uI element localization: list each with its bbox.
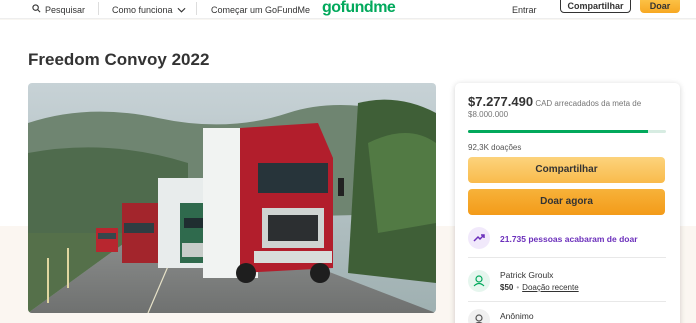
amount-raised: $7.277.490 CAD arrecadados da meta de $8… <box>468 94 668 120</box>
donate-now-button[interactable]: Doar agora <box>468 189 665 215</box>
donor-name: Patrick Groulx <box>500 270 554 280</box>
how-it-works-label: Como funciona <box>112 4 173 15</box>
campaign-title: Freedom Convoy 2022 <box>28 50 210 69</box>
chevron-down-icon <box>177 5 186 15</box>
share-button[interactable]: Compartilhar <box>468 157 665 183</box>
donation-count: 92,3K doações <box>468 143 522 152</box>
how-it-works-menu[interactable]: Como funciona <box>112 0 186 19</box>
donor-amount: $50 <box>500 283 514 292</box>
header-donate-button[interactable]: Doar <box>640 0 680 13</box>
donation-card: $7.277.490 CAD arrecadados da meta de $8… <box>455 83 680 323</box>
campaign-hero-image <box>28 83 436 313</box>
top-navigation: Pesquisar Como funciona Começar um GoFun… <box>0 0 696 19</box>
nav-divider <box>98 2 99 15</box>
funding-progress-bar <box>468 130 666 133</box>
donor-name: Anônimo <box>500 311 534 321</box>
trending-up-icon <box>468 227 490 249</box>
search-icon <box>32 4 41 15</box>
recent-donation-link[interactable]: Doação recente <box>522 283 578 292</box>
divider <box>468 257 666 258</box>
divider <box>468 301 666 302</box>
trucks-on-highway-photo <box>28 83 436 313</box>
amount-raised-value: $7.277.490 <box>468 94 534 109</box>
search-link[interactable]: Pesquisar <box>32 0 85 19</box>
donor-meta: $50 • Doação recente <box>500 283 579 292</box>
header-share-button[interactable]: Compartilhar <box>560 0 631 13</box>
donor-icon <box>468 270 490 292</box>
separator-dot: • <box>516 283 520 292</box>
nav-divider <box>196 2 197 15</box>
funding-progress-fill <box>468 130 649 133</box>
login-link[interactable]: Entrar <box>512 0 537 19</box>
start-gofundme-link[interactable]: Começar um GoFundMe <box>211 0 310 19</box>
recent-donors-text: 21.735 pessoas acabaram de doar <box>500 234 638 244</box>
search-label: Pesquisar <box>45 4 86 15</box>
gofundme-logo[interactable]: gofundme <box>322 0 396 17</box>
start-gofundme-label: Começar um GoFundMe <box>211 4 311 15</box>
donor-icon <box>468 309 490 323</box>
recent-donors-trend: 21.735 pessoas acabaram de doar <box>468 227 668 249</box>
